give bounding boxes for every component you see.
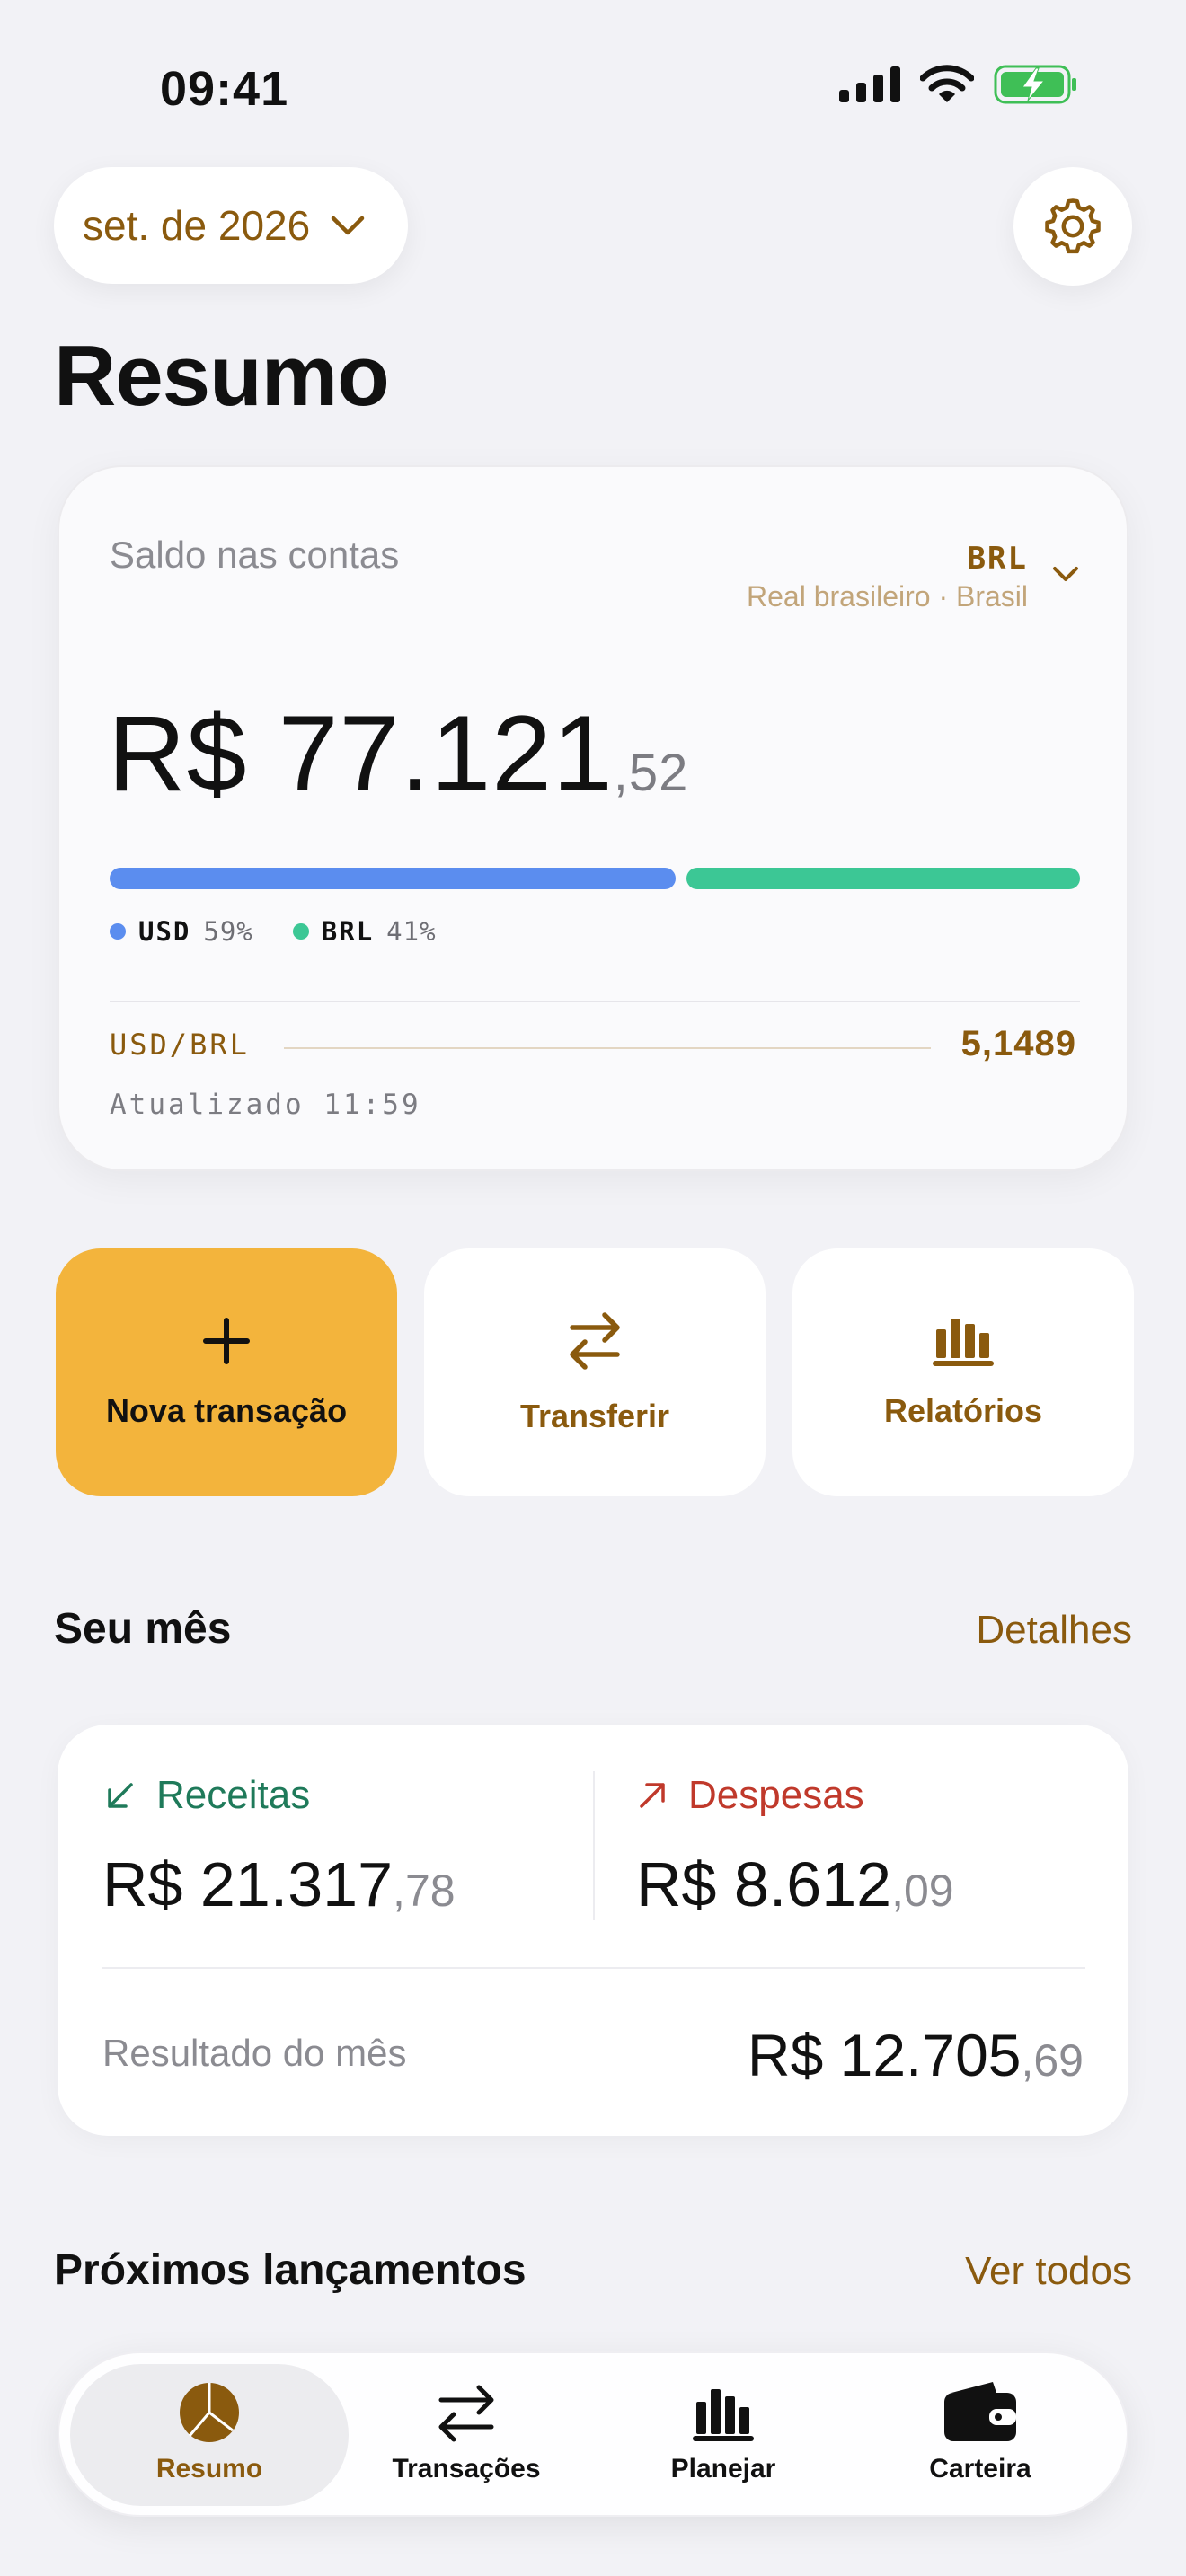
result-amount-main: R$ 12.705 [747,2022,1022,2088]
new-transaction-label: Nova transação [105,1392,348,1429]
gear-icon [1045,198,1101,254]
wallet-icon [944,2382,1016,2441]
exchange-rate-value: 5,1489 [960,1024,1076,1063]
horizontal-divider [102,1967,1085,1969]
vertical-divider [593,1771,595,1920]
income-amount-cents: ,78 [393,1866,456,1916]
tab-label: Resumo [155,2454,263,2483]
wifi-icon [920,65,974,102]
expenses-amount: R$ 8.612,09 [636,1848,954,1920]
month-section-title: Seu mês [54,1605,232,1653]
legend-percent: 41% [386,916,437,947]
income-amount-main: R$ 21.317 [102,1849,394,1919]
balance-label: Saldo nas contas [110,534,400,576]
legend-item-usd: USD 59% [110,916,253,947]
tab-bar: Resumo Transações Planejar Carteira [58,2351,1128,2517]
currency-name[interactable]: Real brasileiro · Brasil [747,580,1028,613]
legend-item-brl: BRL 41% [292,916,437,947]
transfer-label: Transferir [519,1398,670,1434]
plus-icon [203,1318,250,1364]
month-selector-label: set. de 2026 [83,202,311,249]
balance-amount-cents: ,52 [613,744,689,802]
legend-code: BRL [321,916,375,947]
legend-dot-brl [292,923,309,940]
expenses-amount-main: R$ 8.612 [636,1849,892,1919]
battery-charging-icon [994,65,1076,104]
legend-code: USD [138,916,191,947]
month-selector[interactable]: set. de 2026 [54,167,408,284]
allocation-legend: USD 59% BRL 41% [110,916,437,947]
expenses-label-text: Despesas [688,1773,864,1817]
exchange-rate-pair: USD/BRL [110,1028,250,1062]
transfer-arrows-icon [570,1312,620,1370]
transfer-arrows-icon [438,2385,494,2442]
reports-label: Relatórios [883,1392,1043,1429]
balance-amount-main: R$ 77.121 [108,693,614,814]
legend-percent: 59% [203,916,253,947]
divider [110,1001,1080,1002]
result-amount: R$ 12.705,69 [748,2021,1084,2089]
result-label: Resultado do mês [102,2032,407,2074]
tab-label: Transações [392,2454,541,2483]
status-icons [839,65,1078,104]
signal-icon [839,66,900,102]
allocation-segment-brl [686,868,1080,889]
balance-amount: R$ 77.121,52 [108,692,688,816]
reports-button[interactable]: Relatórios [792,1248,1134,1496]
rate-updated-time: Atualizado 11:59 [110,1089,421,1121]
allocation-bar [110,868,1080,889]
bar-chart-icon [693,2389,754,2441]
income-amount: R$ 21.317,78 [102,1848,456,1920]
tab-resumo[interactable]: Resumo [81,2380,338,2484]
upcoming-section-title: Próximos lançamentos [54,2246,527,2294]
allocation-segment-usd [110,868,677,889]
tab-label: Carteira [929,2454,1031,2483]
result-amount-cents: ,69 [1021,2035,1084,2086]
bar-chart-icon [933,1319,994,1366]
see-all-link[interactable]: Ver todos [965,2249,1132,2294]
new-transaction-button[interactable]: Nova transação [56,1248,397,1496]
income-label: Receitas [104,1773,310,1818]
income-label-text: Receitas [156,1773,311,1817]
legend-dot-usd [110,923,126,940]
arrow-up-right-icon [640,1783,665,1808]
transfer-button[interactable]: Transferir [424,1248,766,1496]
tab-label: Planejar [670,2454,776,2483]
currency-chevron-icon[interactable] [1051,564,1080,584]
arrow-down-left-icon [108,1783,133,1808]
chevron-down-icon [331,216,365,235]
balance-card: Saldo nas contas BRL Real brasileiro · B… [58,465,1128,1171]
status-time: 09:41 [160,62,289,116]
month-summary-card: Receitas R$ 21.317,78 Despesas R$ 8.612,… [58,1725,1128,2136]
currency-code[interactable]: BRL [968,541,1028,577]
rate-line [284,1047,931,1049]
tab-planejar[interactable]: Planejar [595,2380,852,2484]
details-link[interactable]: Detalhes [976,1608,1132,1653]
expenses-amount-cents: ,09 [891,1866,954,1916]
tab-transacoes[interactable]: Transações [338,2380,595,2484]
expenses-label: Despesas [636,1773,864,1818]
settings-button[interactable] [1013,167,1132,286]
page-title: Resumo [54,328,390,424]
pie-chart-icon [180,2383,239,2442]
tab-carteira[interactable]: Carteira [852,2380,1109,2484]
